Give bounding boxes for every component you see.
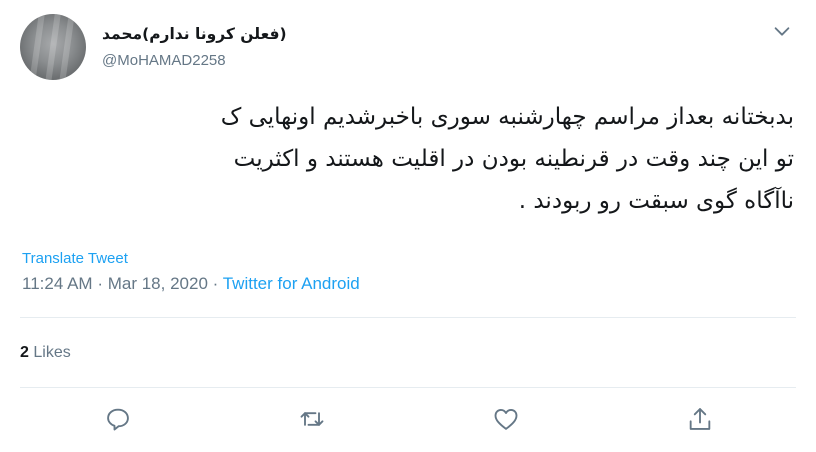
heart-icon <box>494 408 518 430</box>
retweet-button[interactable] <box>298 405 326 433</box>
reply-button[interactable] <box>104 405 132 433</box>
like-button[interactable] <box>492 405 520 433</box>
share-icon <box>689 408 711 430</box>
tweet-text-line: تو این چند وقت در قرنطینه بودن در اقلیت … <box>233 146 794 172</box>
tweet-text-line: بدبختانه بعداز مراسم چهارشنبه سوری باخبر… <box>220 104 794 130</box>
likes-label: Likes <box>33 344 71 361</box>
divider <box>20 387 796 388</box>
translate-tweet-link[interactable]: Translate Tweet <box>22 250 128 267</box>
avatar[interactable] <box>20 14 86 80</box>
tweet-text: بدبختانه بعداز مراسم چهارشنبه سوری باخبر… <box>4 96 794 222</box>
likes-count: 2 <box>20 344 29 361</box>
chevron-down-icon[interactable] <box>771 20 793 42</box>
tweet-source-link[interactable]: Twitter for Android <box>223 274 360 293</box>
tweet-meta: 11:24 AM · Mar 18, 2020 · Twitter for An… <box>22 274 360 294</box>
meta-separator: · <box>97 274 103 293</box>
likes-summary[interactable]: 2 Likes <box>20 344 71 362</box>
divider <box>20 317 796 318</box>
author-handle[interactable]: @MoHAMAD2258 <box>102 52 226 69</box>
share-button[interactable] <box>686 405 714 433</box>
retweet-icon <box>300 412 324 426</box>
tweet-text-line: ناآگاه گوی سبقت رو ربودند . <box>518 188 794 214</box>
reply-icon <box>107 408 129 431</box>
tweet-date[interactable]: Mar 18, 2020 <box>108 274 208 293</box>
meta-separator: · <box>212 274 219 293</box>
author-name[interactable]: (فعلن کرونا ندارم)محمد <box>102 25 287 43</box>
tweet-time[interactable]: 11:24 AM <box>22 274 93 293</box>
